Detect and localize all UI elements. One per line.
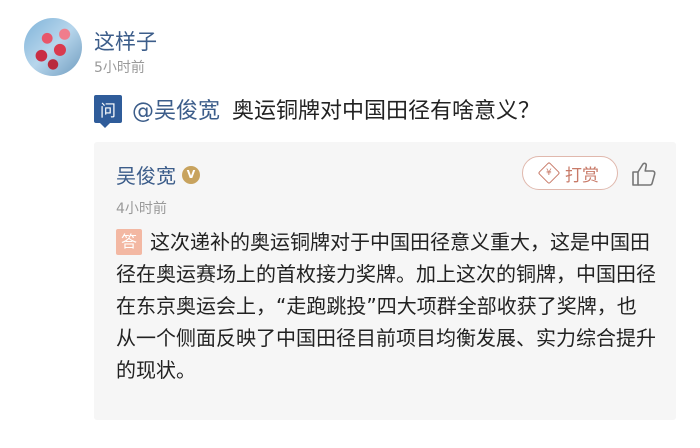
tip-button-label: 打赏 <box>565 165 599 186</box>
answerer-name[interactable]: 吴俊宽 V <box>116 160 200 189</box>
answer-time: 4小时前 <box>116 201 167 217</box>
answerer-name-label[interactable]: 吴俊宽 <box>116 160 176 189</box>
verified-badge-icon: V <box>182 165 200 184</box>
question-row: 问 @吴俊宽 奥运铜牌对中国田径有啥意义？ <box>94 93 541 128</box>
thumbs-up-icon[interactable] <box>630 160 658 188</box>
post-time: 5小时前 <box>94 60 145 76</box>
answer-text: 这次递补的奥运铜牌对于中国田径意义重大，这是中国田径在奥运赛场上的首枚接力奖牌。… <box>116 230 656 382</box>
answer-body: 答这次递补的奥运铜牌对于中国田径意义重大，这是中国田径在奥运赛场上的首枚接力奖牌… <box>116 226 656 386</box>
question-text: 奥运铜牌对中国田径有啥意义？ <box>232 99 541 124</box>
tip-button[interactable]: ¥ 打赏 <box>522 156 618 190</box>
answer-card: 吴俊宽 V ¥ 打赏 4小时前 答这次递补的奥运铜牌对于中国田径意义重大，这是中… <box>94 142 676 420</box>
answer-badge: 答 <box>116 229 142 255</box>
username[interactable]: 这样子 <box>94 26 157 56</box>
question-badge: 问 <box>94 95 122 128</box>
question-mention[interactable]: @吴俊宽 <box>132 93 220 125</box>
avatar[interactable] <box>24 18 82 76</box>
diamond-tip-icon: ¥ <box>537 161 561 185</box>
